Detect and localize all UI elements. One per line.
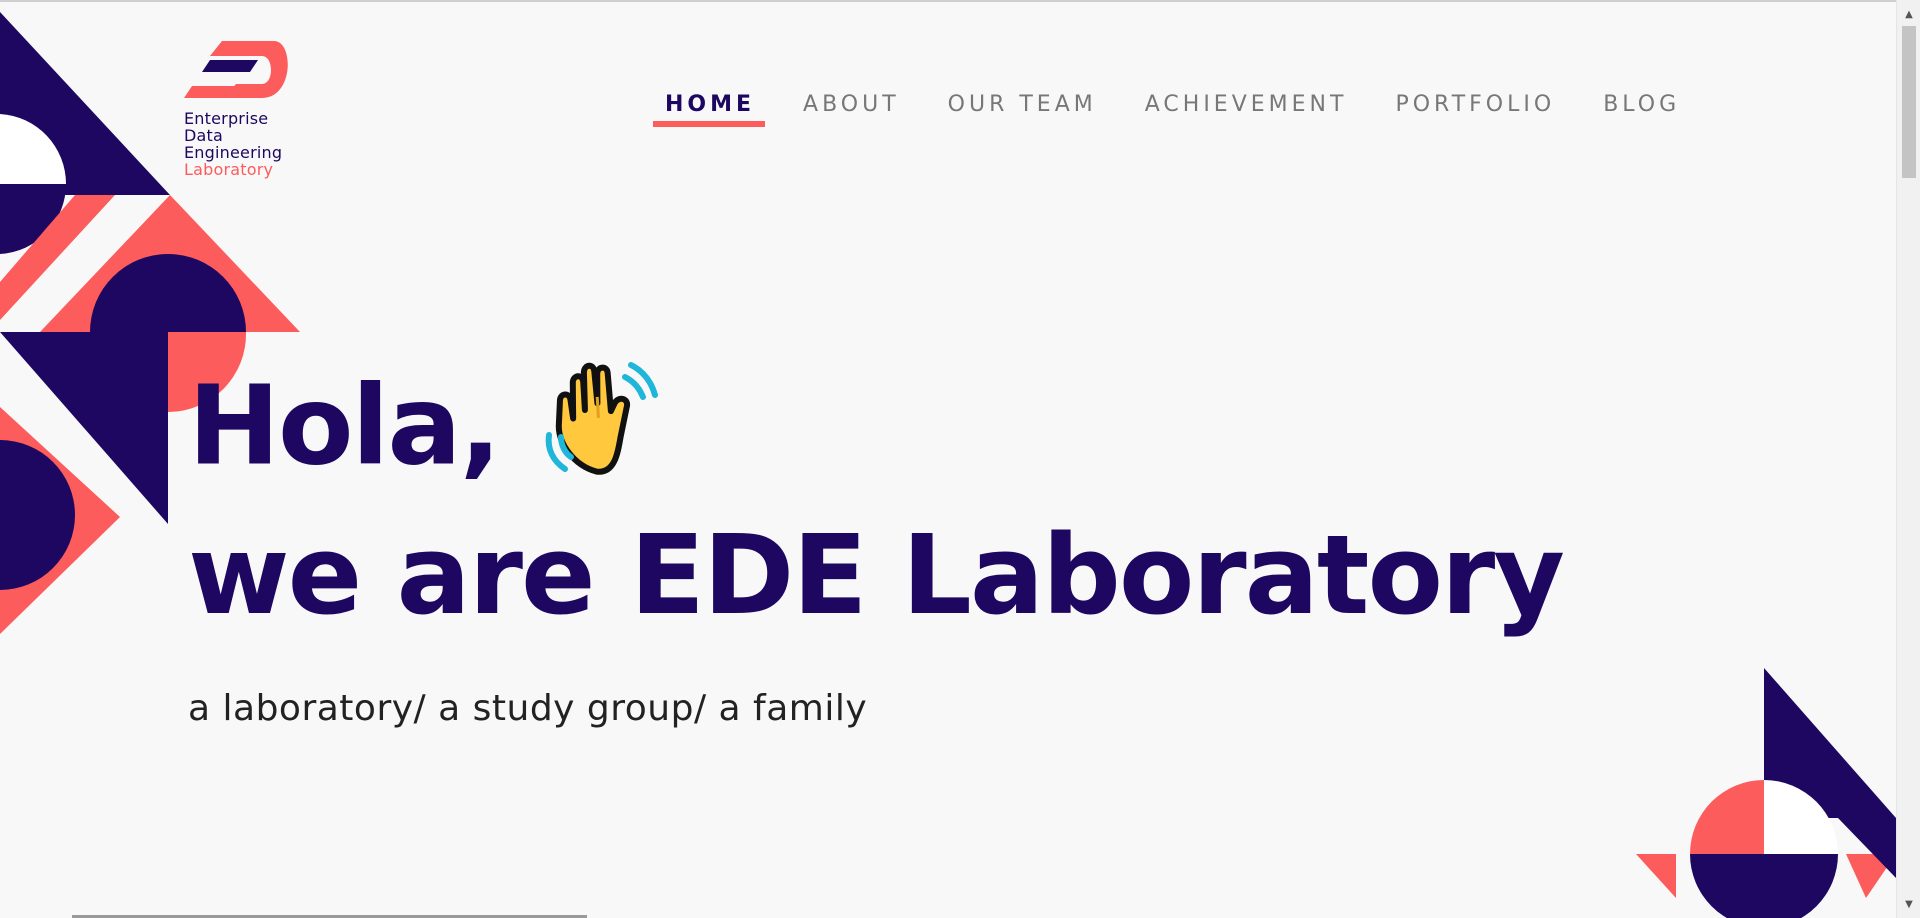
nav-item-portfolio[interactable]: PORTFOLIO — [1395, 92, 1555, 127]
nav-item-home[interactable]: HOME — [652, 92, 766, 127]
nav-item-our-team[interactable]: OUR TEAM — [948, 92, 1097, 127]
logo-mark-icon — [184, 41, 288, 98]
scroll-down-arrow-icon[interactable]: ▼ — [1897, 894, 1920, 914]
page: Enterprise Data Engineering Laboratory H… — [0, 0, 1896, 918]
vertical-scrollbar[interactable]: ▲ ▼ — [1896, 0, 1920, 918]
main-nav: HOME ABOUT OUR TEAM ACHIEVEMENT PORTFOLI… — [652, 92, 1728, 127]
hero-greeting: Hola, — [188, 361, 501, 490]
nav-item-blog[interactable]: BLOG — [1603, 92, 1680, 127]
site-logo[interactable]: Enterprise Data Engineering Laboratory — [184, 36, 324, 178]
waving-hand-icon — [539, 357, 663, 509]
scroll-up-arrow-icon[interactable]: ▲ — [1897, 4, 1920, 24]
logo-line-enterprise: Enterprise — [184, 109, 269, 128]
logo-line-data: Data — [184, 126, 224, 145]
hero-tagline: a laboratory/ a study group/ a family — [188, 688, 868, 729]
logo-text: Enterprise Data Engineering Laboratory — [184, 110, 324, 178]
logo-line-engineering: Engineering — [184, 143, 283, 162]
hero-line-1: Hola, — [188, 357, 1563, 509]
hero-heading: Hola, we are EDE Laboratory — [188, 357, 1565, 641]
hero-line-2: we are EDE Laboratory — [188, 511, 1565, 639]
geometric-decoration-right — [1636, 668, 1896, 918]
nav-item-about[interactable]: ABOUT — [803, 92, 900, 127]
logo-line-laboratory: Laboratory — [184, 160, 274, 179]
scroll-thumb[interactable] — [1902, 26, 1916, 178]
nav-item-achievement[interactable]: ACHIEVEMENT — [1145, 92, 1348, 127]
